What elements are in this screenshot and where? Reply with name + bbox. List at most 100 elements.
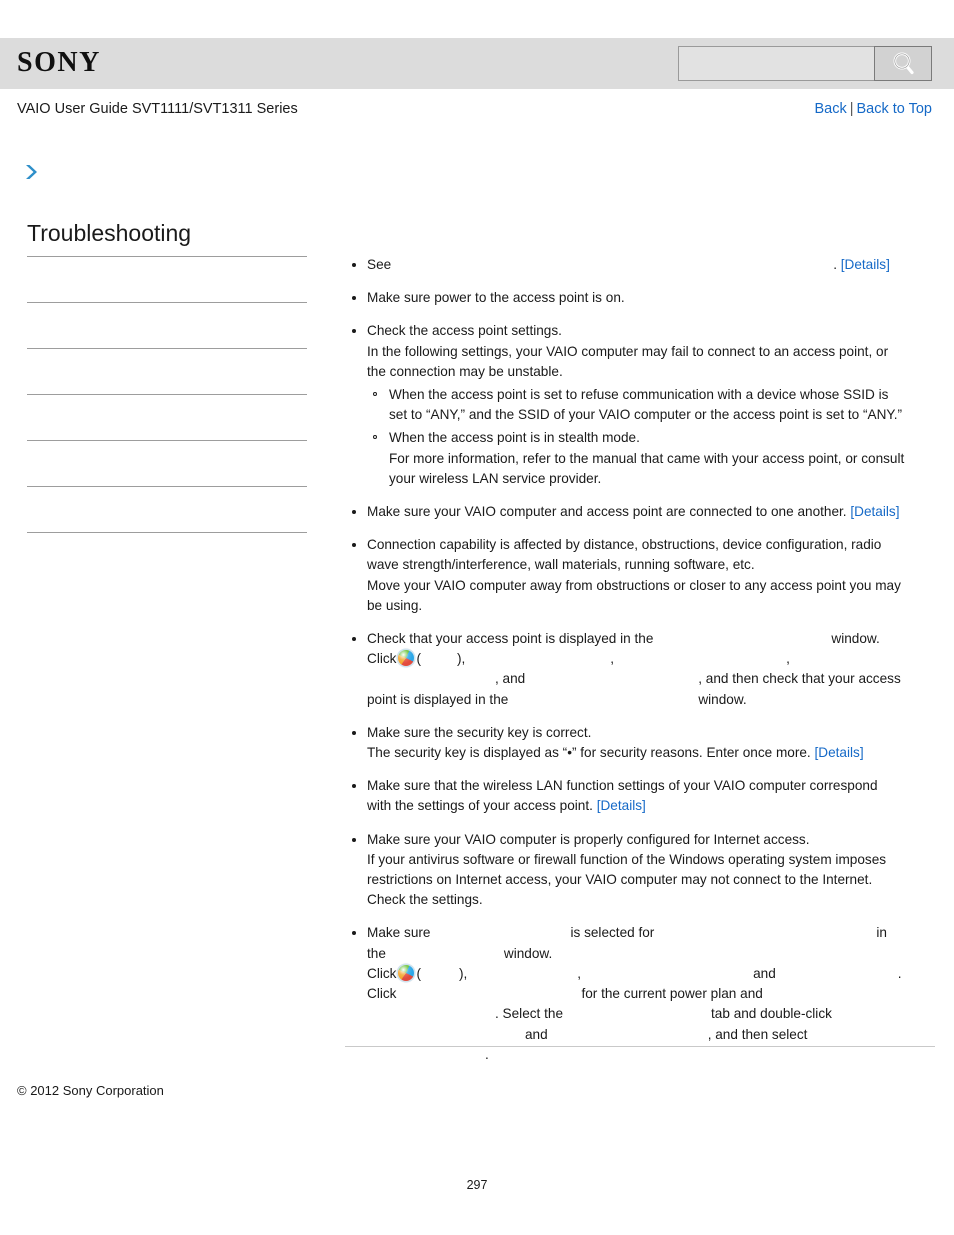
search-input[interactable] [678,46,874,81]
bullet-line: restrictions on Internet access, your VA… [367,872,873,888]
bullet-line: Move your VAIO computer away from obstru… [367,577,901,593]
sidebar-item-3[interactable] [27,395,307,441]
bullet-line: If your antivirus software or firewall f… [367,851,887,867]
text-segment: , [786,651,790,667]
bullet-line: Make sure your VAIO computer is properly… [367,831,810,847]
windows-start-orb-icon[interactable] [398,650,415,667]
sub-bullet-line: For more information, refer to the manua… [389,450,905,466]
bullet-line: Click (),,, [367,649,935,669]
sub-bullet-line: set to “ANY,” and the SSID of your VAIO … [389,407,903,423]
bullet-line: the window. [367,944,935,964]
sub-bullet-line: your wireless LAN service provider. [389,470,602,486]
sub-bullet-list: When the access point is set to refuse c… [367,385,935,489]
details-link[interactable]: [Details] [841,257,890,272]
text-segment: . Select the [495,1006,564,1022]
bullet-line: with the settings of your access point. … [367,796,935,816]
copyright-text: © 2012 Sony Corporation [17,1083,164,1098]
sub-header: VAIO User Guide SVT1111/SVT1311 Series B… [0,99,954,123]
back-to-top-link[interactable]: Back to Top [856,101,932,117]
bullet-line: Make sure that the wireless LAN function… [367,778,878,794]
main-content: See. [Details] Make sure power to the ac… [345,255,935,1078]
sub-bullet-ssid-any: When the access point is set to refuse c… [367,385,935,425]
sub-bullet-line: When the access point is set to refuse c… [389,387,889,403]
text-segment: . [833,257,841,272]
windows-start-orb-icon[interactable] [398,964,415,981]
text-segment: ( [416,965,421,981]
text-segment: Click [367,965,397,981]
text-segment: window. [698,691,747,707]
bullet-line: Click for the current power plan and [367,984,935,1004]
text-segment: ), [458,965,468,981]
bullet-power-plan-wireless-adapter: Make sure is selected for in the window. Cl… [345,923,935,1064]
text-segment: and [753,965,776,981]
text-segment: the [367,945,386,961]
bullet-line: point is displayed in the window. [367,690,935,710]
sub-bullet-stealth-mode: When the access point is in stealth mode… [367,428,935,489]
bullet-security-key: Make sure the security key is correct. T… [345,723,935,763]
bullet-line: be using. [367,597,423,613]
sony-logo: SONY [17,47,101,78]
bullet-line: , and , and then check that your access [367,669,935,689]
bullet-connected-to-one-another: Make sure your VAIO computer and access … [345,502,935,522]
header-nav-links: Back | Back to Top [814,99,932,119]
bullet-line: In the following settings, your VAIO com… [367,343,889,359]
sidebar-item-2[interactable] [27,349,307,395]
bullet-line: See. [Details] [367,255,935,275]
text-segment: Check that your access point is displaye… [367,631,654,647]
bullet-line: Make sure power to the access point is o… [367,290,625,306]
text-segment: , and then select [707,1026,808,1042]
nav-separator: | [849,101,854,117]
bullet-line: the connection may be unstable. [367,363,563,379]
bullet-check-access-point-displayed: Check that your access point is displaye… [345,629,935,710]
details-link[interactable]: [Details] [850,504,899,519]
text-segment: Click [367,986,397,1002]
text-segment: and [525,1026,548,1042]
text-segment: , and then check that your access [698,671,901,687]
text-segment: , [610,651,615,667]
bullet-line: Make sure is selected for in [367,923,935,943]
chevron-right-icon[interactable] [21,162,41,182]
text-segment: with the settings of your access point. [367,798,597,814]
bullet-line: . Select the tab and double-click [367,1004,935,1024]
bullet-line: . [367,1045,935,1065]
text-segment: Make sure your VAIO computer and access … [367,504,851,520]
text-segment: in [876,925,887,941]
text-segment: window. [831,631,880,647]
text-segment: for the current power plan and [581,986,763,1002]
text-segment: ), [456,651,466,667]
page-number: 297 [466,1178,488,1192]
search-button[interactable] [874,46,932,81]
bullet-internet-access-config: Make sure your VAIO computer is properly… [345,830,935,911]
details-link[interactable]: [Details] [815,745,864,760]
sidebar-item-0[interactable] [27,257,307,303]
text-segment: ( [416,651,421,667]
bullet-line: Connection capability is affected by dis… [367,537,882,553]
bullet-line: Click (),, and. [367,964,935,984]
text-segment: , [577,965,582,981]
sidebar-title: Troubleshooting [27,220,192,246]
search-icon [888,51,918,77]
text-segment: The security key is displayed as “•” for… [367,745,815,761]
bullet-line: and , and then select [367,1025,935,1045]
details-link[interactable]: [Details] [597,798,646,813]
text-segment: Click [367,651,397,667]
search-box [678,46,932,81]
sidebar-item-1[interactable] [27,303,307,349]
text-segment: tab and double-click [711,1006,832,1022]
text-segment: Make sure [367,925,431,941]
sidebar-item-4[interactable] [27,441,307,487]
bullet-check-access-point-settings: Check the access point settings. In the … [345,321,935,489]
troubleshooting-bullet-list: See. [Details] Make sure power to the ac… [345,255,935,1065]
bullet-line: Check the settings. [367,892,483,908]
sub-bullet-line: When the access point is in stealth mode… [389,430,640,446]
bullet-connection-capability: Connection capability is affected by dis… [345,535,935,616]
bullet-power-on: Make sure power to the access point is o… [345,288,935,308]
header-banner: SONY [0,38,954,89]
bullet-line: Make sure your VAIO computer and access … [367,502,935,522]
back-link[interactable]: Back [814,101,846,117]
bullet-see-details: See. [Details] [345,255,935,275]
sidebar-nav-list [27,256,307,533]
text-segment: window. [503,945,553,961]
text-segment: . [485,1046,489,1062]
sidebar-item-5[interactable] [27,487,307,533]
